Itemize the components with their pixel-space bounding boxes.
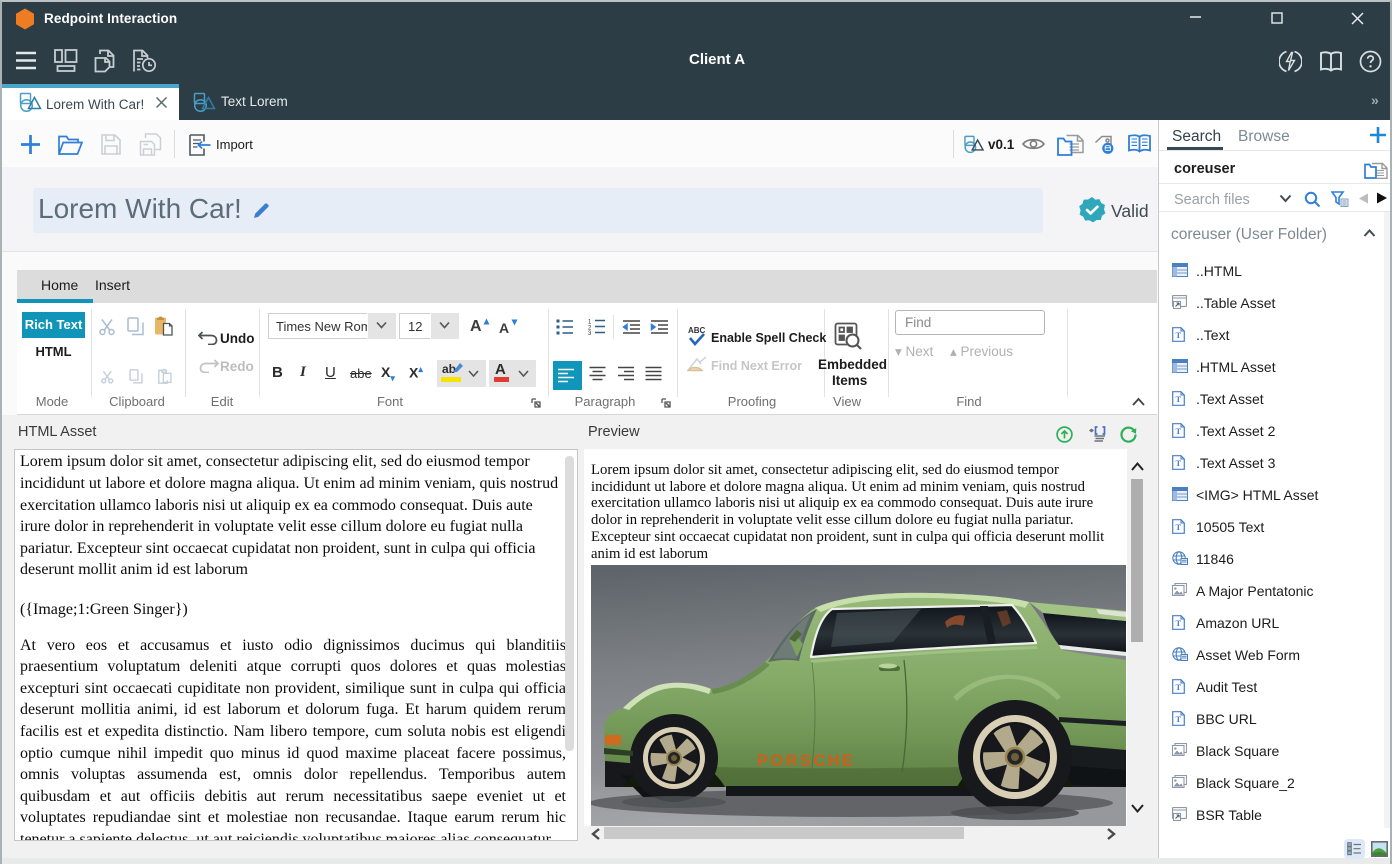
svg-text:3: 3 — [588, 331, 592, 335]
svg-text:PORSCHE: PORSCHE — [757, 752, 855, 770]
svg-text:T: T — [1175, 522, 1181, 532]
svg-text:T: T — [1175, 618, 1181, 628]
svg-text:T: T — [1175, 330, 1181, 340]
svg-text:T: T — [1175, 714, 1181, 724]
svg-text:T: T — [1175, 458, 1181, 468]
svg-text:T: T — [1175, 426, 1181, 436]
svg-text:T: T — [1175, 682, 1181, 692]
svg-text:T: T — [1175, 394, 1181, 404]
